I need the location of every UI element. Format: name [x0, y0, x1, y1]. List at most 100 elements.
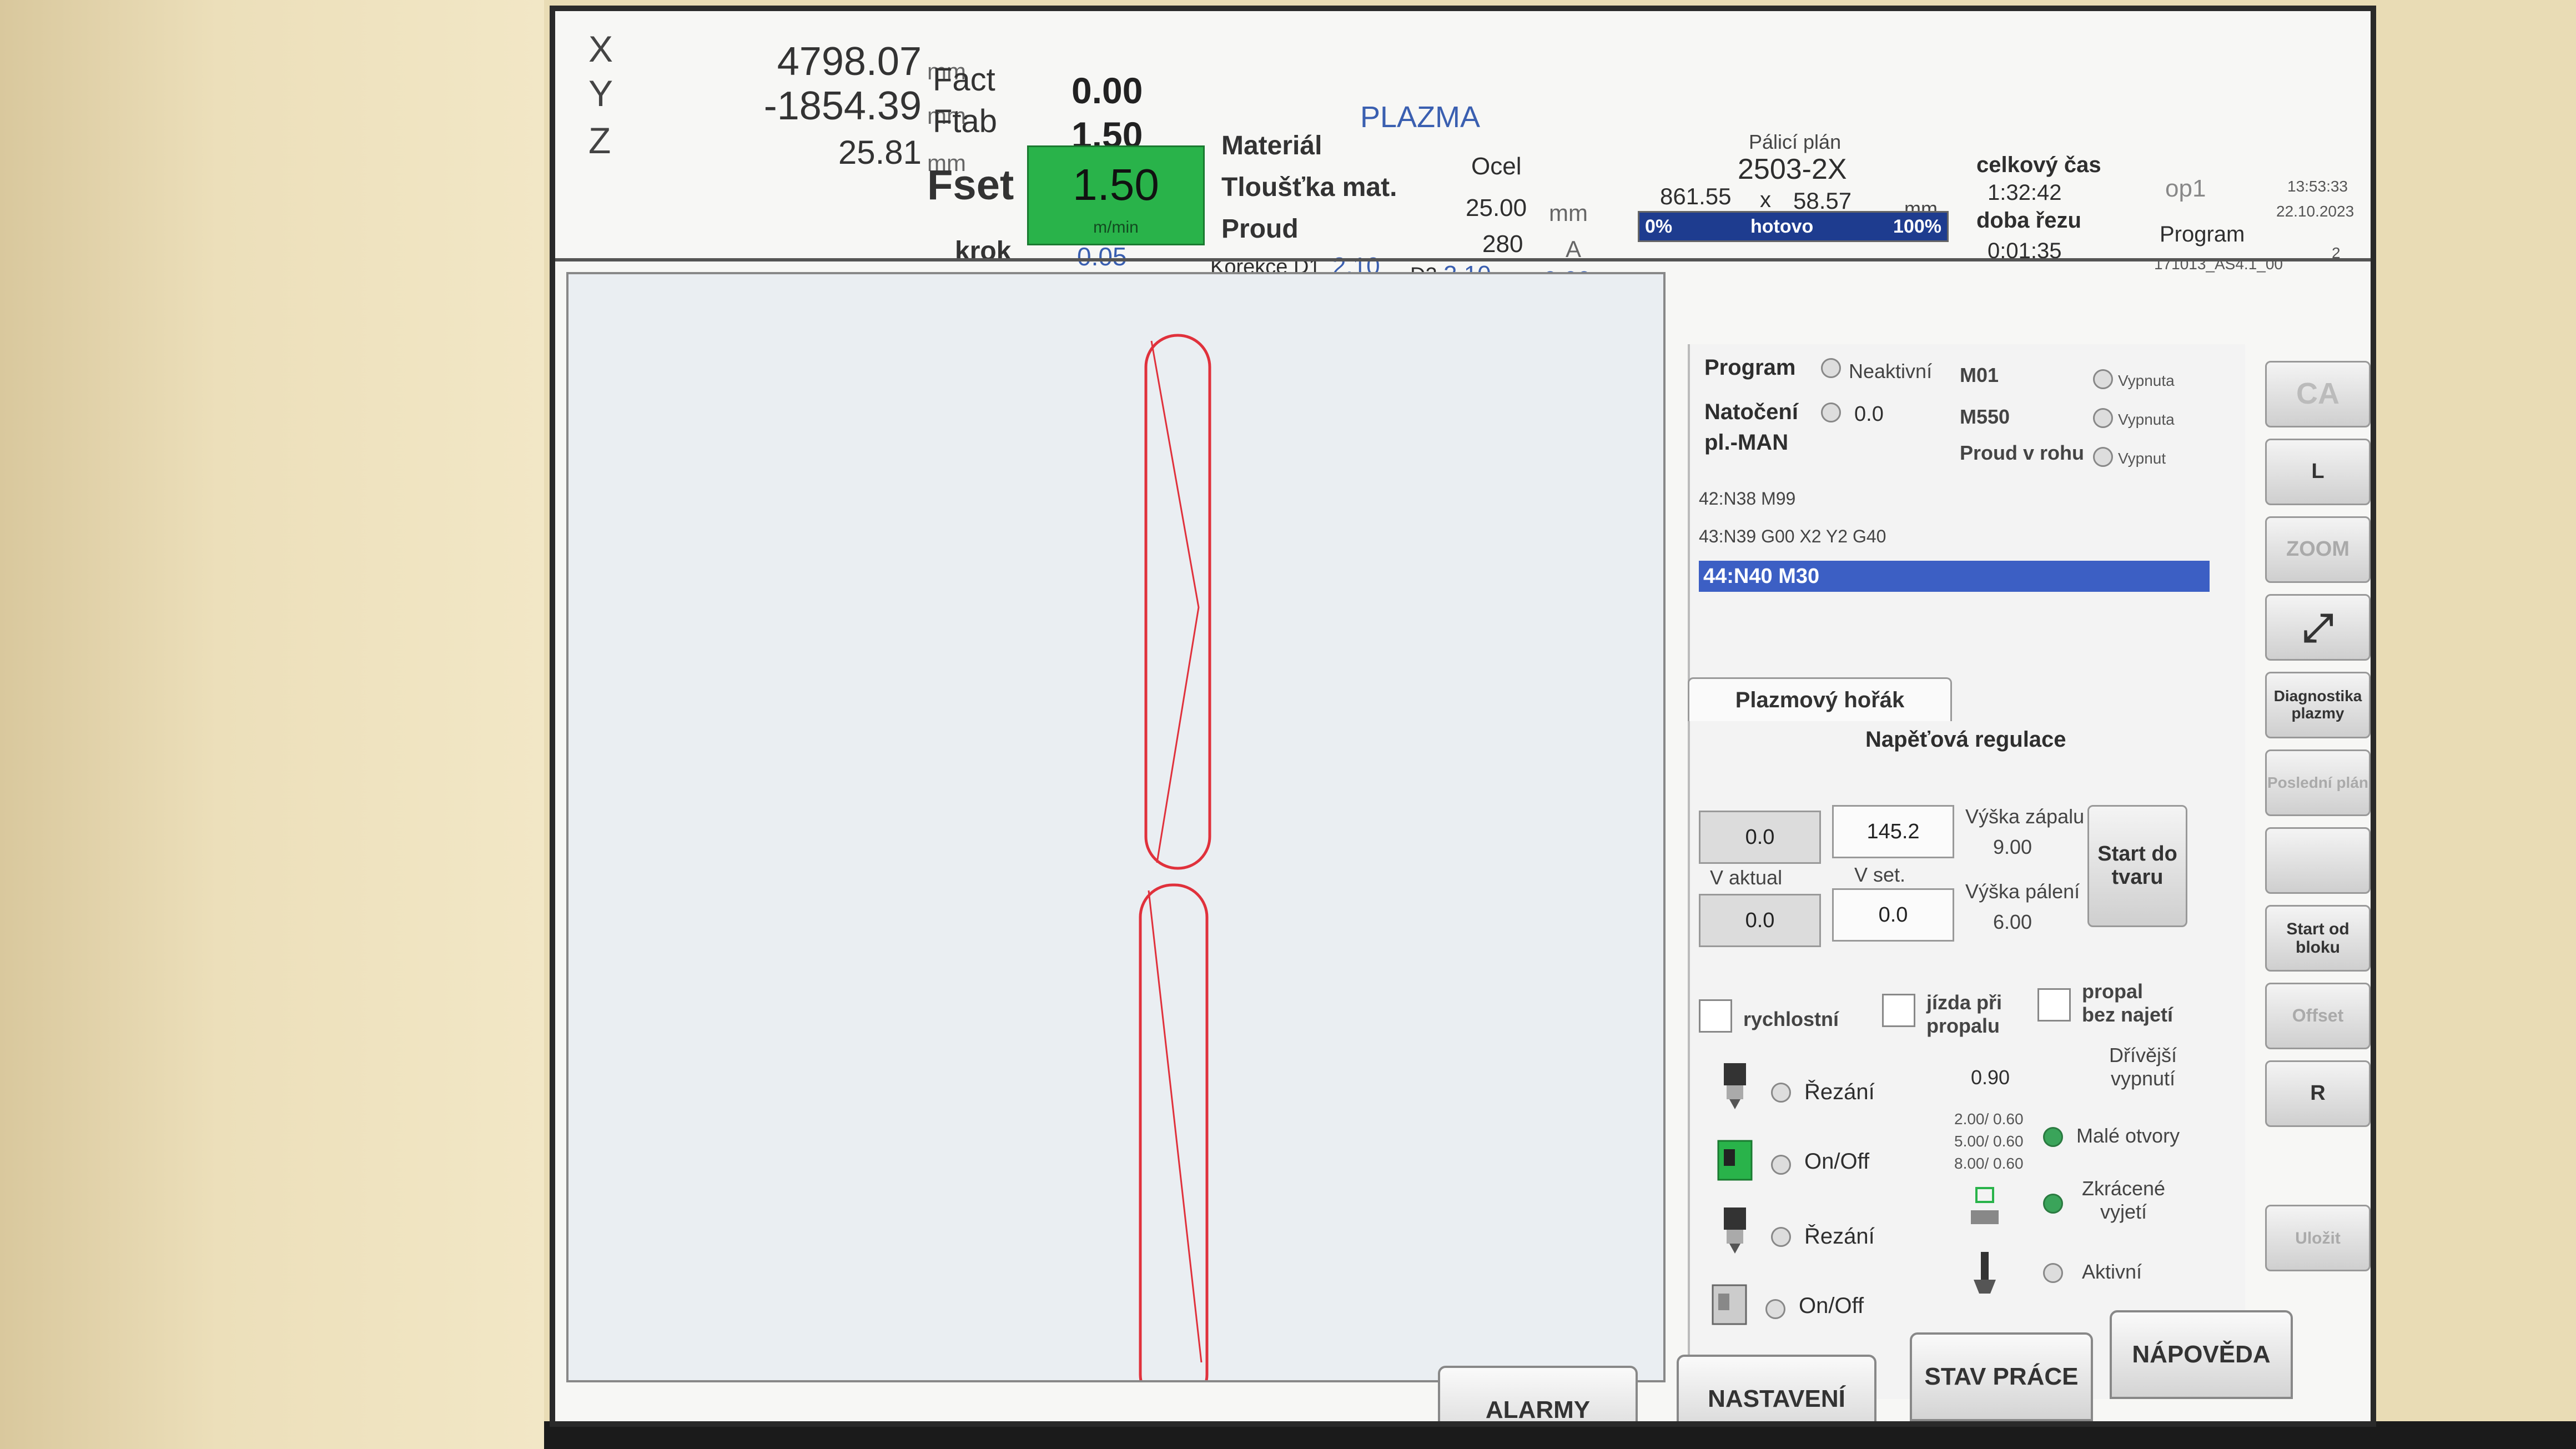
rychlostni-checkbox[interactable] — [1699, 999, 1732, 1033]
marker-icon — [1974, 1252, 1996, 1294]
m550-radio[interactable] — [2093, 408, 2113, 428]
progress-end: 100% — [1893, 216, 1941, 237]
vyska-paleni-value: 6.00 — [1993, 910, 2032, 933]
diagnostika-button[interactable]: Diagnostika plazmy — [2265, 672, 2371, 738]
m01-radio[interactable] — [2093, 369, 2113, 389]
posledni-plan-button[interactable]: Poslední plán — [2265, 749, 2371, 816]
offset-button[interactable]: Offset — [2265, 983, 2371, 1049]
tab-plasma-torch[interactable]: Plazmový hořák — [1688, 677, 1952, 721]
fset-value: 1.50 — [1073, 160, 1159, 209]
cut-preview-canvas[interactable] — [566, 272, 1666, 1408]
lead-in-upper — [1150, 340, 1200, 863]
m01-label: M01 — [1960, 364, 1999, 386]
z-coordinate: 25.81 — [838, 134, 922, 171]
material-label: Materiál — [1221, 131, 1322, 160]
fset-label: Fset — [927, 162, 1014, 209]
fact-value: 0.00 — [1071, 70, 1143, 111]
onoff-2-radio[interactable] — [1765, 1299, 1785, 1319]
ulozit-button[interactable]: Uložit — [2265, 1205, 2371, 1271]
expand-icon: ⤢ — [2302, 605, 2333, 649]
m550-label: M550 — [1960, 405, 2010, 428]
stav-prace-button[interactable]: STAV PRÁCE — [1910, 1332, 2093, 1421]
cut-time-label: doba řezu — [1976, 208, 2081, 233]
program-line[interactable]: 43:N39 G00 X2 Y2 G40 — [1699, 526, 1886, 547]
start-do-tvaru-button[interactable]: Start do tvaru — [2087, 805, 2187, 927]
propal-label: propal bez najetí — [2082, 980, 2174, 1026]
fullscreen-button[interactable]: ⤢ — [2265, 594, 2371, 661]
status-program-label: Program — [1704, 355, 1796, 380]
v-set-field-1[interactable]: 145.2 — [1832, 805, 1954, 858]
aktivni-radio[interactable] — [2043, 1263, 2063, 1283]
program-state: Neaktivní — [1849, 360, 1933, 383]
y-coordinate: -1854.39 — [763, 84, 922, 128]
cnc-screen: X 4798.07 mm Y -1854.39 mm Z 25.81 mm Fa… — [550, 6, 2376, 1427]
contour-lower — [1139, 883, 1209, 1408]
thickness-label: Tloušťka mat. — [1221, 173, 1397, 202]
material-value: Ocel — [1471, 153, 1522, 180]
date: 22.10.2023 — [2276, 203, 2354, 220]
v-set-field-2[interactable]: 0.0 — [1832, 888, 1954, 942]
jizda-checkbox[interactable] — [1882, 994, 1915, 1027]
v-set-label: V set. — [1854, 863, 1906, 886]
program-line-selected[interactable]: 44:N40 M30 — [1699, 561, 2210, 592]
l-button[interactable]: L — [2265, 439, 2371, 505]
fset-display: 1.50 m/min — [1027, 145, 1205, 245]
program-line[interactable]: 42:N38 M99 — [1699, 489, 1795, 509]
fact-label: Fact — [933, 62, 995, 98]
small-holes-value: 5.00/ 0.60 — [1954, 1133, 2024, 1150]
vyska-zapalu-label: Výška zápalu — [1965, 805, 2085, 828]
lead-in-lower — [1148, 890, 1203, 1363]
ca-button[interactable]: CA — [2265, 361, 2371, 427]
value-090: 0.90 — [1971, 1066, 2010, 1089]
proud-rohu-state: Vypnut — [2118, 450, 2166, 467]
krok-value: 0.05 — [1077, 242, 1127, 271]
total-time-value: 1:32:42 — [1988, 180, 2062, 205]
total-time-label: celkový čas — [1976, 153, 2101, 177]
y-axis-label: Y — [588, 73, 613, 114]
progress-text: hotovo — [1750, 216, 1814, 237]
drivejsi-vypnuti-label: Dřívější vypnutí — [2109, 1044, 2177, 1090]
jizda-label: jízda při propalu — [1926, 991, 2003, 1037]
propal-checkbox[interactable] — [2037, 988, 2071, 1022]
header-divider — [555, 258, 2371, 261]
r-button[interactable]: R — [2265, 1060, 2371, 1127]
monitor-bezel — [0, 0, 544, 1449]
male-otvory-radio[interactable] — [2043, 1127, 2063, 1147]
natoceni-radio[interactable] — [1821, 402, 1841, 422]
m01-state: Vypnuta — [2118, 372, 2175, 389]
zkracene-radio[interactable] — [2043, 1194, 2063, 1214]
plan-dim-x: x — [1760, 188, 1771, 212]
zoom-button[interactable]: ZOOM — [2265, 516, 2371, 583]
fset-unit: m/min — [1093, 218, 1139, 237]
plman-label: pl.-MAN — [1704, 430, 1789, 455]
plan-name: 2503-2X — [1738, 153, 1847, 185]
rychlostni-label: rychlostní — [1743, 1008, 1839, 1030]
start-od-bloku-button[interactable]: Start od bloku — [2265, 905, 2371, 972]
plan-width: 861.55 — [1660, 183, 1732, 209]
v-aktual-field-2: 0.0 — [1699, 894, 1821, 947]
thickness-unit: mm — [1549, 200, 1588, 226]
rezani-2-label: Řezání — [1804, 1224, 1875, 1249]
napoveda-button[interactable]: NÁPOVĚDA — [2110, 1310, 2293, 1399]
rezani-2-radio[interactable] — [1771, 1227, 1791, 1247]
blank-button[interactable] — [2265, 827, 2371, 894]
rezani-1-radio[interactable] — [1771, 1083, 1791, 1103]
onoff-1-label: On/Off — [1804, 1149, 1870, 1174]
torch-icon — [1724, 1063, 1746, 1109]
zkracene-label: Zkrácené vyjetí — [2081, 1177, 2166, 1223]
program-radio[interactable] — [1821, 358, 1841, 378]
z-axis-label: Z — [588, 120, 611, 161]
proud-rohu-radio[interactable] — [2093, 447, 2113, 467]
rezani-1-label: Řezání — [1804, 1080, 1875, 1104]
plazma-title: PLAZMA — [1360, 100, 1481, 134]
alarmy-button[interactable]: ALARMY — [1438, 1366, 1638, 1421]
part-contour — [1139, 334, 1211, 1408]
plan-label: Pálicí plán — [1749, 130, 1842, 153]
program-label: Program — [2160, 222, 2245, 246]
current-label: Proud — [1221, 214, 1299, 244]
nastaveni-button[interactable]: NASTAVENÍ — [1677, 1355, 1876, 1421]
plan-height: 58.57 — [1793, 188, 1852, 214]
op-label: op1 — [2165, 175, 2206, 202]
v-aktual-field-1: 0.0 — [1699, 811, 1821, 864]
onoff-1-radio[interactable] — [1771, 1155, 1791, 1175]
